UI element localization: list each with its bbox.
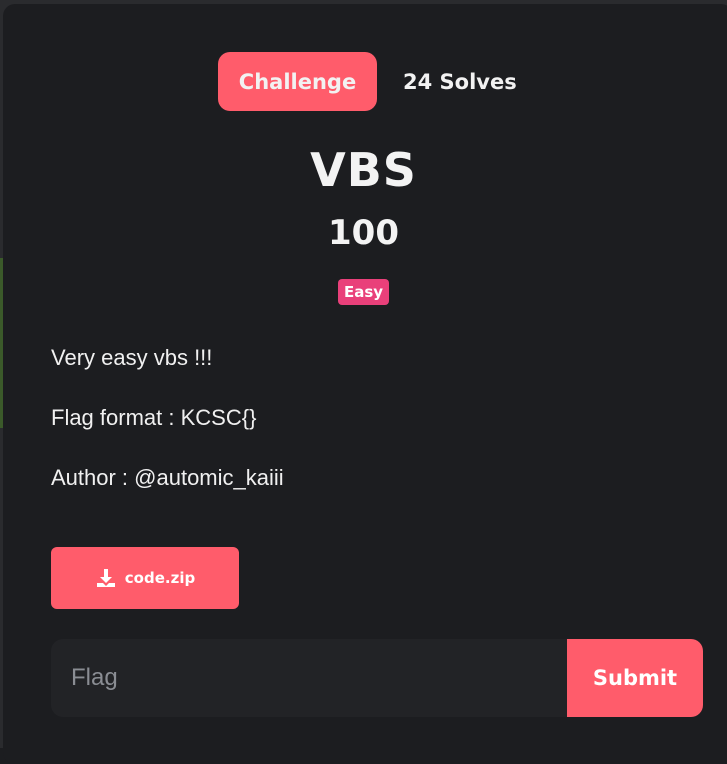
description-line: Very easy vbs !!! [51, 345, 213, 370]
description-line: Author : @automic_kaiii [51, 465, 284, 490]
challenge-description: Very easy vbs !!! Flag format : KCSC{} A… [51, 345, 284, 525]
difficulty-badge-wrap: Easy [0, 279, 727, 305]
download-file-button[interactable]: code.zip [51, 547, 239, 609]
tab-challenge[interactable]: Challenge [218, 52, 377, 111]
flag-submit-form: Submit [51, 639, 703, 717]
download-icon [95, 567, 117, 589]
download-file-label: code.zip [124, 569, 196, 587]
challenge-points: 100 [328, 213, 399, 253]
tab-solves[interactable]: 24 Solves [377, 52, 523, 111]
flag-input[interactable] [51, 639, 567, 717]
difficulty-badge: Easy [337, 279, 390, 305]
modal-tabs: Challenge 24 Solves [218, 52, 523, 111]
challenge-title: VBS [310, 143, 417, 197]
submit-button[interactable]: Submit [567, 639, 703, 717]
description-line: Flag format : KCSC{} [51, 405, 257, 430]
